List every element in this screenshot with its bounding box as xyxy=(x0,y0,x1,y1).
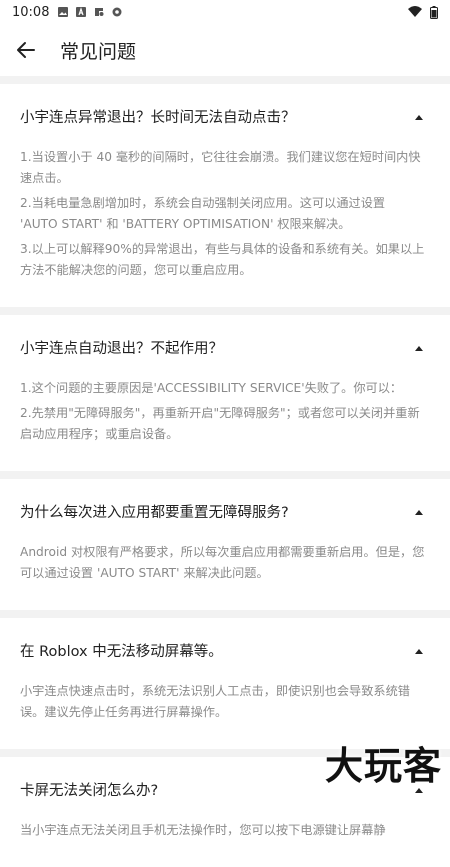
faq-answer: 1.当设置小于 40 毫秒的间隔时，它往往会崩溃。我们建议您在短时间内快速点击。… xyxy=(20,147,426,281)
answer-text: 小宇连点快速点击时，系统无法识别人工点击，即使识别也会导致系统错误。建议先停止任… xyxy=(20,684,410,719)
collapse-icon[interactable] xyxy=(412,110,426,124)
faq-question-row[interactable]: 小宇连点自动退出？不起作用？ xyxy=(20,337,426,358)
answer-text: 1.当设置小于 40 毫秒的间隔时，它往往会崩溃。我们建议您在短时间内快速点击。 xyxy=(20,150,421,185)
faq-answer: 小宇连点快速点击时，系统无法识别人工点击，即使识别也会导致系统错误。建议先停止任… xyxy=(20,681,426,723)
answer-text: 3.以上可以解释90%的异常退出，有些与具体的设备和系统有关。如果以上方法不能解… xyxy=(20,242,425,277)
faq-question: 小宇连点自动退出？不起作用？ xyxy=(20,341,223,357)
font-icon xyxy=(76,7,87,17)
answer-text: 当小宇连点无法关闭且手机无法操作时，您可以按下电源键让屏幕静 xyxy=(20,823,386,837)
app-notification-icon xyxy=(95,8,104,16)
answer-text: Android 对权限有严格要求，所以每次重启应用都需要重新启用。但是，您可以通… xyxy=(20,545,425,580)
faq-question: 在 Roblox 中无法移动屏幕等。 xyxy=(20,644,223,660)
faq-item: 为什么每次进入应用都要重置无障碍服务? Android 对权限有严格要求，所以每… xyxy=(0,479,450,610)
faq-question-row[interactable]: 小宇连点异常退出？长时间无法自动点击？ xyxy=(20,106,426,127)
faq-item: 在 Roblox 中无法移动屏幕等。 小宇连点快速点击时，系统无法识别人工点击，… xyxy=(0,618,450,749)
image-icon xyxy=(58,7,69,17)
wifi-icon xyxy=(408,6,422,17)
faq-question: 小宇连点异常退出？长时间无法自动点击？ xyxy=(20,110,296,126)
faq-answer: 当小宇连点无法关闭且手机无法操作时，您可以按下电源键让屏幕静 xyxy=(20,820,426,841)
app-bar: 常见问题 xyxy=(0,24,450,76)
faq-item: 小宇连点自动退出？不起作用？ 1.这个问题的主要原因是'ACCESSIBILIT… xyxy=(0,315,450,471)
collapse-icon[interactable] xyxy=(412,505,426,519)
settings-icon xyxy=(112,7,122,17)
collapse-icon[interactable] xyxy=(412,644,426,658)
faq-item: 小宇连点异常退出？长时间无法自动点击？ 1.当设置小于 40 毫秒的间隔时，它往… xyxy=(0,84,450,307)
back-button[interactable] xyxy=(12,36,40,64)
faq-question: 为什么每次进入应用都要重置无障碍服务? xyxy=(20,505,289,521)
system-icons xyxy=(408,5,438,19)
answer-text: 2.当耗电量急剧增加时，系统会自动强制关闭应用。这可以通过设置 'AUTO ST… xyxy=(20,196,386,231)
page-title: 常见问题 xyxy=(60,40,137,63)
notification-icons xyxy=(57,6,123,18)
faq-answer: 1.这个问题的主要原因是'ACCESSIBILITY SERVICE'失败了。你… xyxy=(20,378,426,445)
answer-text: 1.这个问题的主要原因是'ACCESSIBILITY SERVICE'失败了。你… xyxy=(20,381,403,395)
watermark-logo: 大玩客 xyxy=(324,743,442,788)
battery-icon xyxy=(430,5,438,19)
status-bar: 10:08 xyxy=(0,0,450,24)
faq-answer: Android 对权限有严格要求，所以每次重启应用都需要重新启用。但是，您可以通… xyxy=(20,542,426,584)
faq-question: 卡屏无法关闭怎么办? xyxy=(20,783,159,799)
collapse-icon[interactable] xyxy=(412,341,426,355)
status-time: 10:08 xyxy=(12,4,50,20)
arrow-left-icon xyxy=(17,42,35,58)
answer-text: 2.先禁用"无障碍服务"，再重新开启"无障碍服务"；或者您可以关闭并重新启动应用… xyxy=(20,406,420,441)
faq-question-row[interactable]: 为什么每次进入应用都要重置无障碍服务? xyxy=(20,501,426,522)
faq-question-row[interactable]: 在 Roblox 中无法移动屏幕等。 xyxy=(20,640,426,661)
